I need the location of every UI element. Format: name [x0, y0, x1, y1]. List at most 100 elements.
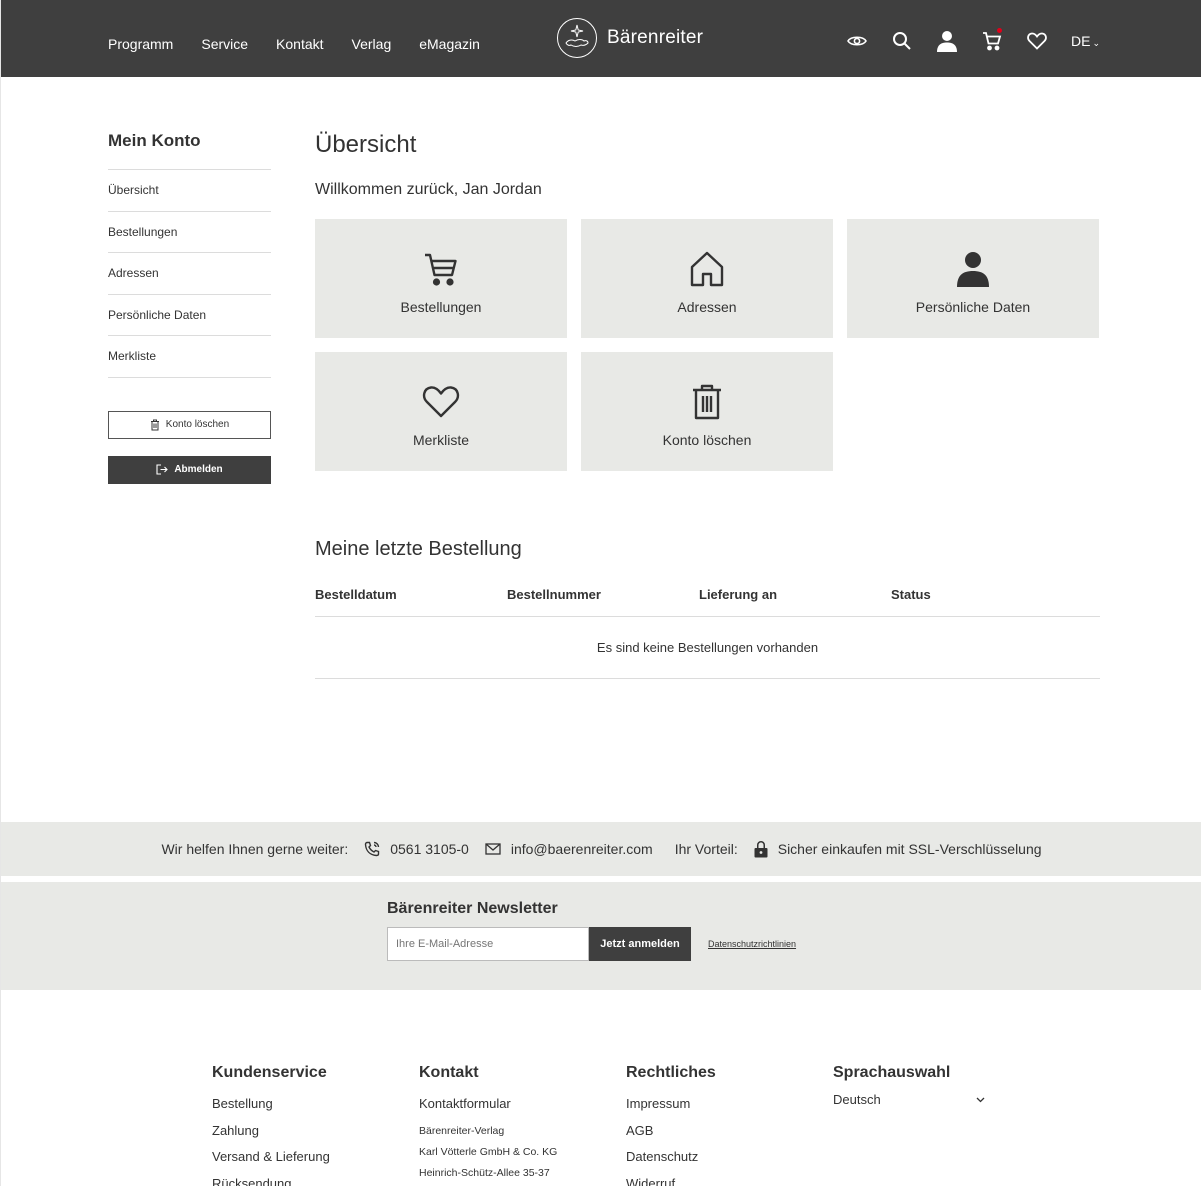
newsletter-subscribe-button[interactable]: Jetzt anmelden	[589, 927, 691, 961]
logout-icon	[156, 464, 169, 475]
footer-heading: Kontakt	[419, 1064, 479, 1081]
logout-button[interactable]: Abmelden	[108, 455, 271, 484]
search-icon[interactable]	[889, 28, 915, 54]
cart-icon	[423, 249, 459, 289]
language-select[interactable]: Deutsch	[833, 1092, 985, 1107]
sidebar-item-adressen[interactable]: Adressen	[108, 253, 271, 295]
language-code: DE	[1071, 33, 1091, 49]
tile-label: Persönliche Daten	[915, 298, 1031, 315]
advantage-label: Ihr Vorteil:	[674, 841, 738, 857]
home-icon	[690, 249, 724, 289]
main-nav: Programm Service Kontakt Verlag eMagazin	[108, 36, 508, 52]
language-selected: Deutsch	[833, 1092, 881, 1107]
footer-link-bestellung[interactable]: Bestellung	[212, 1091, 419, 1118]
chevron-down-icon	[976, 1097, 985, 1102]
cart-icon[interactable]	[979, 28, 1005, 54]
footer-link-widerruf[interactable]: Widerruf	[626, 1171, 833, 1186]
sidebar-item-merkliste[interactable]: Merkliste	[108, 336, 271, 378]
service-bar: Wir helfen Ihnen gerne weiter: 0561 3105…	[1, 822, 1201, 876]
footer-link-zahlung[interactable]: Zahlung	[212, 1118, 419, 1145]
sidebar-item-persoenliche-daten[interactable]: Persönliche Daten	[108, 295, 271, 336]
ssl-text: Sicher einkaufen mit SSL-Verschlüsselung	[777, 841, 1042, 857]
email-link[interactable]: info@baerenreiter.com	[511, 841, 653, 857]
column-header-lieferung: Lieferung an	[699, 587, 778, 602]
cart-badge	[997, 28, 1002, 33]
orders-empty-message: Es sind keine Bestellungen vorhanden	[315, 617, 1100, 679]
sidebar-item-bestellungen[interactable]: Bestellungen	[108, 212, 271, 253]
page-title: Übersicht	[315, 131, 417, 158]
help-label: Wir helfen Ihnen gerne weiter:	[161, 841, 349, 857]
header-icons: DE ⌄	[844, 28, 1100, 54]
welcome-message: Willkommen zurück, Jan Jordan	[315, 181, 542, 198]
nav-kontakt[interactable]: Kontakt	[276, 36, 323, 52]
tile-merkliste[interactable]: Merkliste	[315, 352, 567, 471]
newsletter-title: Bärenreiter Newsletter	[387, 900, 558, 917]
nav-service[interactable]: Service	[201, 36, 248, 52]
logout-label: Abmelden	[174, 464, 223, 475]
tile-label: Bestellungen	[400, 298, 482, 315]
trash-icon	[150, 419, 159, 430]
nav-programm[interactable]: Programm	[108, 36, 173, 52]
trash-icon	[692, 382, 722, 422]
site-logo[interactable]: Bärenreiter	[557, 18, 703, 58]
sidebar-item-uebersicht[interactable]: Übersicht	[108, 170, 271, 212]
tile-label: Adressen	[677, 298, 737, 315]
newsletter-email-input[interactable]	[387, 927, 589, 961]
column-header-status: Status	[891, 587, 931, 602]
footer-link-kontaktformular[interactable]: Kontaktformular	[419, 1091, 626, 1118]
footer-link-impressum[interactable]: Impressum	[626, 1091, 833, 1118]
overview-tiles: Bestellungen Adressen Persönliche Daten …	[315, 219, 1100, 471]
newsletter-form: Bärenreiter Newsletter Jetzt anmelden Da…	[387, 900, 796, 961]
footer-address-line: Karl Vötterle GmbH & Co. KG	[419, 1145, 558, 1158]
bear-logo-icon	[557, 18, 597, 58]
heart-icon	[422, 382, 460, 422]
privacy-policy-link[interactable]: Datenschutzrichtlinien	[708, 939, 796, 949]
footer-heading: Rechtliches	[626, 1064, 716, 1081]
footer-col-kundenservice: Kundenservice Bestellung Zahlung Versand…	[212, 1064, 419, 1186]
footer-col-sprachauswahl: Sprachauswahl Deutsch	[833, 1064, 1040, 1186]
page: Programm Service Kontakt Verlag eMagazin…	[0, 0, 1201, 1186]
footer-link-ruecksendung[interactable]: Rücksendung	[212, 1171, 419, 1186]
footer-link-datenschutz[interactable]: Datenschutz	[626, 1144, 833, 1171]
tile-label: Merkliste	[412, 431, 469, 448]
lock-icon	[754, 840, 768, 858]
help-group: Wir helfen Ihnen gerne weiter: 0561 3105…	[161, 841, 652, 857]
column-header-bestellnummer: Bestellnummer	[507, 587, 601, 602]
footer-address-line: Heinrich-Schütz-Allee 35-37	[419, 1166, 550, 1179]
newsletter-section: Bärenreiter Newsletter Jetzt anmelden Da…	[1, 882, 1201, 990]
chevron-down-icon: ⌄	[1092, 38, 1100, 48]
footer-link-versand[interactable]: Versand & Lieferung	[212, 1144, 419, 1171]
footer-col-kontakt: Kontakt Kontaktformular Bärenreiter-Verl…	[419, 1064, 626, 1186]
phone-icon	[364, 841, 380, 857]
tile-label: Konto löschen	[662, 431, 752, 448]
footer-link-agb[interactable]: AGB	[626, 1118, 833, 1145]
nav-verlag[interactable]: Verlag	[352, 36, 392, 52]
eye-icon[interactable]	[844, 28, 870, 54]
phone-number[interactable]: 0561 3105-0	[390, 841, 469, 857]
delete-account-button[interactable]: Konto löschen	[108, 410, 271, 439]
mail-icon	[485, 843, 501, 855]
footer-address-line: Bärenreiter-Verlag	[419, 1124, 505, 1137]
user-icon	[957, 249, 989, 289]
logo-text: Bärenreiter	[607, 27, 704, 48]
newsletter-row: Jetzt anmelden Datenschutzrichtlinien	[387, 927, 796, 961]
account-overview: Übersicht Willkommen zurück, Jan Jordan …	[315, 131, 1100, 679]
footer-col-rechtliches: Rechtliches Impressum AGB Datenschutz Wi…	[626, 1064, 833, 1186]
orders-table-header: Bestelldatum Bestellnummer Lieferung an …	[315, 587, 1100, 617]
delete-account-label: Konto löschen	[165, 419, 230, 430]
language-switcher[interactable]: DE ⌄	[1071, 33, 1100, 49]
footer-heading: Kundenservice	[212, 1064, 327, 1081]
orders-title: Meine letzte Bestellung	[315, 538, 522, 560]
tile-persoenliche-daten[interactable]: Persönliche Daten	[847, 219, 1099, 338]
footer-heading: Sprachauswahl	[833, 1064, 951, 1081]
user-icon[interactable]	[934, 28, 960, 54]
site-footer: Kundenservice Bestellung Zahlung Versand…	[212, 1064, 1040, 1186]
column-header-bestelldatum: Bestelldatum	[315, 587, 397, 602]
site-header: Programm Service Kontakt Verlag eMagazin…	[1, 0, 1201, 77]
tile-konto-loeschen[interactable]: Konto löschen	[581, 352, 833, 471]
nav-emagazin[interactable]: eMagazin	[419, 36, 480, 52]
account-sidebar: Mein Konto Übersicht Bestellungen Adress…	[108, 131, 271, 484]
heart-icon[interactable]	[1024, 28, 1050, 54]
tile-bestellungen[interactable]: Bestellungen	[315, 219, 567, 338]
tile-adressen[interactable]: Adressen	[581, 219, 833, 338]
